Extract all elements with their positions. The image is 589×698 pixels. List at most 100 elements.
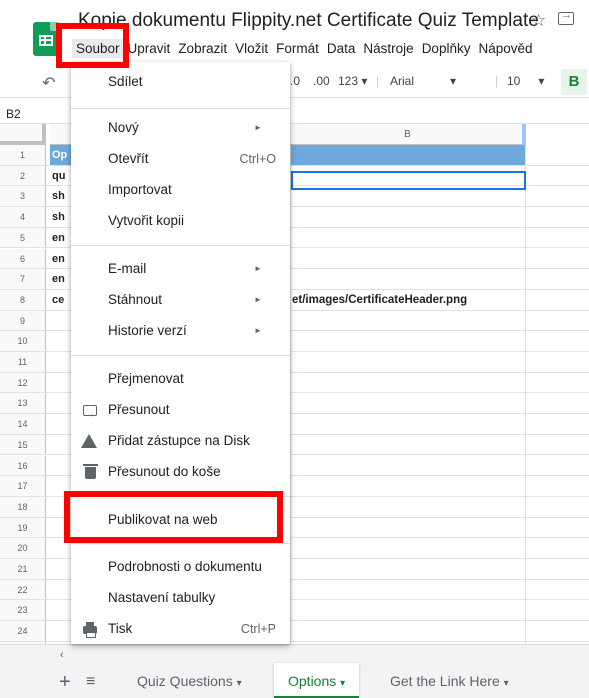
row-number[interactable]: 15 — [0, 434, 46, 455]
row-number[interactable]: 19 — [0, 517, 46, 538]
menu-item-version-history[interactable]: Historie verzí ► — [71, 317, 290, 345]
cell-b[interactable]: et/images/CertificateHeader.png — [292, 294, 467, 306]
all-sheets-menu-icon[interactable]: ≡ — [86, 673, 95, 691]
row-number[interactable]: 6 — [0, 248, 46, 269]
submenu-arrow-icon: ► — [254, 295, 262, 304]
menu-item-new[interactable]: Nový ► — [71, 114, 290, 142]
menu-item-label: Přesunout — [108, 402, 170, 417]
menu-format[interactable]: Formát — [272, 41, 323, 56]
row-number[interactable]: 21 — [0, 559, 46, 579]
row-number[interactable]: 24 — [0, 621, 46, 641]
menu-item-share[interactable]: Sdílet — [71, 68, 290, 96]
menu-item-move[interactable]: Přesunout — [71, 396, 290, 429]
increase-decimal-button[interactable]: .00 — [313, 74, 330, 88]
submenu-arrow-icon: ► — [254, 123, 262, 132]
undo-icon[interactable]: ↶ — [42, 73, 55, 93]
menu-item-make-copy[interactable]: Vytvořit kopii — [71, 207, 290, 235]
cell-a[interactable]: ce — [52, 294, 64, 306]
menu-insert[interactable]: Vložit — [231, 41, 272, 56]
menu-tools[interactable]: Nástroje — [359, 41, 417, 56]
menu-view[interactable]: Zobrazit — [174, 41, 231, 56]
tab-label: Options — [288, 673, 337, 689]
bold-button[interactable]: B — [561, 69, 587, 95]
font-select[interactable]: Arial ▾ — [390, 74, 456, 88]
frozen-column-handle[interactable] — [522, 124, 526, 145]
cell-a[interactable]: sh — [52, 211, 65, 223]
menu-divider — [71, 108, 290, 109]
row-number[interactable]: 14 — [0, 414, 46, 434]
name-box[interactable]: B2 — [6, 107, 21, 121]
tab-quiz-questions[interactable]: Quiz Questions ▾ — [123, 663, 256, 698]
menu-item-add-shortcut[interactable]: Přidat zástupce na Disk — [71, 427, 290, 455]
row-number[interactable]: 17 — [0, 476, 46, 496]
cell-a[interactable]: en — [52, 273, 65, 285]
menu-addons[interactable]: Doplňky — [418, 41, 475, 56]
row-number[interactable]: 11 — [0, 352, 46, 372]
column-divider — [290, 145, 291, 644]
menu-edit[interactable]: Upravit — [124, 41, 175, 56]
font-select-value: Arial — [390, 74, 415, 88]
menu-item-open[interactable]: Otevřít Ctrl+O — [71, 145, 290, 173]
tab-dropdown-icon[interactable]: ▾ — [237, 678, 242, 689]
row-number[interactable]: 13 — [0, 393, 46, 414]
document-title[interactable]: Kopie dokumentu Flippity.net Certificate… — [78, 10, 539, 32]
sheet-tabs-bar: ‹ + ≡ Quiz Questions ▾ Options ▾ Get the… — [0, 644, 589, 698]
star-icon[interactable]: ☆ — [531, 11, 546, 31]
menu-item-email[interactable]: E-mail ► — [71, 255, 290, 283]
row-number[interactable]: 20 — [0, 538, 46, 558]
toolbar-divider: | — [495, 74, 499, 88]
row-number[interactable]: 16 — [0, 455, 46, 476]
menu-bar: Soubor Upravit Zobrazit Vložit Formát Da… — [72, 37, 537, 59]
add-sheet-button[interactable]: + — [59, 671, 71, 694]
row-number[interactable]: 1 — [0, 145, 46, 165]
menu-item-document-details[interactable]: Podrobnosti o dokumentu — [71, 553, 290, 581]
row-number[interactable]: 9 — [0, 310, 46, 331]
menu-item-move-to-trash[interactable]: Přesunout do koše — [71, 458, 290, 486]
toolbar-divider: | — [376, 74, 380, 88]
cell-a[interactable]: qu — [52, 170, 65, 182]
tab-dropdown-icon[interactable]: ▾ — [504, 678, 509, 689]
font-size-select[interactable]: 10 ▾ — [507, 74, 544, 88]
row-number[interactable]: 7 — [0, 269, 46, 289]
row-number[interactable]: 2 — [0, 165, 46, 186]
row-number[interactable]: 4 — [0, 207, 46, 227]
cell-a[interactable]: Op — [52, 149, 67, 161]
menu-item-label: Přesunout do koše — [108, 464, 221, 479]
row-number[interactable]: 10 — [0, 331, 46, 351]
menu-data[interactable]: Data — [323, 41, 360, 56]
row-number[interactable]: 5 — [0, 227, 46, 248]
menu-item-download[interactable]: Stáhnout ► — [71, 286, 290, 314]
tab-options[interactable]: Options ▾ — [274, 663, 360, 698]
row-number[interactable]: 12 — [0, 372, 46, 393]
menu-item-import[interactable]: Importovat — [71, 176, 290, 204]
row-number[interactable]: 8 — [0, 289, 46, 310]
menu-item-spreadsheet-settings[interactable]: Nastavení tabulky — [71, 584, 290, 612]
decrease-decimal-button[interactable]: .0 — [290, 74, 300, 88]
row-number[interactable]: 23 — [0, 600, 46, 621]
highlight-file-menu — [56, 23, 129, 68]
menu-item-print[interactable]: Tisk Ctrl+P — [71, 615, 290, 643]
menu-help[interactable]: Nápověd — [474, 41, 536, 56]
move-to-folder-icon[interactable] — [558, 9, 574, 25]
menu-divider — [71, 543, 290, 544]
cell-a[interactable]: en — [52, 232, 65, 244]
row-number[interactable]: 22 — [0, 579, 46, 600]
trash-icon — [83, 464, 98, 479]
menu-item-rename[interactable]: Přejmenovat — [71, 365, 290, 393]
highlight-publish-to-web — [64, 491, 283, 543]
cell-a[interactable]: en — [52, 253, 65, 265]
font-dropdown-icon: ▾ — [450, 74, 457, 88]
selected-cell-b2[interactable] — [291, 171, 526, 190]
select-all-corner[interactable] — [0, 124, 46, 145]
tab-dropdown-icon[interactable]: ▾ — [340, 678, 345, 689]
file-menu-dropdown: Sdílet Nový ► Otevřít Ctrl+O Importovat Vy… — [71, 62, 290, 644]
menu-item-label: Podrobnosti o dokumentu — [108, 559, 262, 574]
submenu-arrow-icon: ► — [254, 264, 262, 273]
cell-a[interactable]: sh — [52, 190, 65, 202]
column-header-b[interactable]: B — [290, 124, 526, 145]
row-number[interactable]: 3 — [0, 186, 46, 207]
tab-get-the-link[interactable]: Get the Link Here ▾ — [376, 663, 523, 698]
more-formats-button[interactable]: 123 ▾ — [338, 74, 367, 88]
scroll-left-icon[interactable]: ‹ — [60, 649, 64, 661]
row-number[interactable]: 18 — [0, 496, 46, 517]
